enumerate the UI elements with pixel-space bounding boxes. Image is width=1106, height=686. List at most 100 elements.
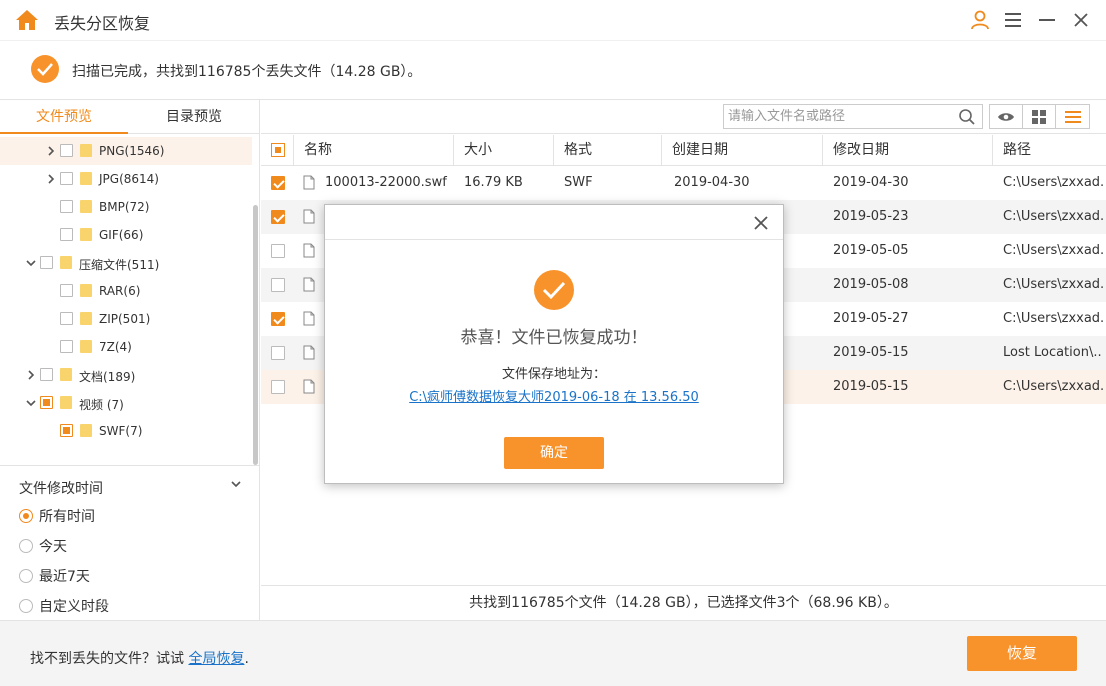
- chevron-right-icon[interactable]: [46, 174, 56, 184]
- tree-item-label: 7Z(4): [99, 340, 132, 354]
- tree-checkbox[interactable]: [40, 256, 53, 269]
- cell-name: 100013-22000.swf: [325, 175, 447, 190]
- column-name[interactable]: 名称: [294, 135, 454, 166]
- save-location-link[interactable]: C:\疯师傅数据恢复大师2019-06-18 在 13.56.50: [325, 386, 783, 405]
- search-icon[interactable]: [958, 108, 976, 126]
- preview-view-button[interactable]: [990, 105, 1023, 128]
- user-button[interactable]: [968, 8, 992, 32]
- tree-checkbox[interactable]: [40, 368, 53, 381]
- tree-item-label: ZIP(501): [99, 312, 151, 326]
- chevron-right-icon[interactable]: [26, 370, 36, 380]
- tree-checkbox[interactable]: [40, 396, 53, 409]
- cell-modified: 2019-05-27: [833, 311, 909, 326]
- row-checkbox[interactable]: [271, 176, 285, 190]
- file-icon: [303, 277, 315, 292]
- tree-checkbox[interactable]: [60, 200, 73, 213]
- radio-label: 自定义时段: [39, 599, 109, 615]
- recovery-success-dialog: 恭喜！文件已恢复成功！ 文件保存地址为： C:\疯师傅数据恢复大师2019-06…: [324, 204, 784, 484]
- tree-item-label: GIF(66): [99, 228, 144, 242]
- menu-button[interactable]: [1001, 8, 1025, 32]
- tree-item[interactable]: 压缩文件(511): [0, 249, 252, 277]
- tree-checkbox[interactable]: [60, 228, 73, 241]
- tree-checkbox[interactable]: [60, 424, 73, 437]
- chevron-down-icon[interactable]: [231, 478, 241, 492]
- radio-button[interactable]: [19, 509, 33, 523]
- radio-all-time[interactable]: 所有时间: [19, 506, 95, 526]
- menu-icon: [1005, 13, 1021, 27]
- column-format[interactable]: 格式: [554, 135, 662, 166]
- cell-path: C:\Users\zxxad...: [1003, 243, 1103, 258]
- radio-custom-period[interactable]: 自定义时段: [19, 596, 109, 616]
- column-modified[interactable]: 修改日期: [823, 135, 993, 166]
- row-checkbox[interactable]: [271, 278, 285, 292]
- list-icon: [1064, 110, 1081, 123]
- file-icon: [303, 311, 315, 326]
- tree-item[interactable]: SWF(7): [0, 417, 252, 445]
- left-tabs: 文件预览 目录预览: [0, 100, 259, 134]
- cell-path: C:\Users\zxxad...: [1003, 379, 1103, 394]
- tree-item[interactable]: ZIP(501): [0, 305, 252, 333]
- tree-item[interactable]: 视频 (7): [0, 389, 252, 417]
- close-button[interactable]: [1069, 8, 1093, 32]
- radio-button[interactable]: [19, 539, 33, 553]
- close-icon[interactable]: [751, 213, 771, 233]
- row-checkbox[interactable]: [271, 380, 285, 394]
- cell-modified: 2019-05-23: [833, 209, 909, 224]
- scan-result-text: 扫描已完成，共找到116785个丢失文件（14.28 GB）。: [72, 64, 422, 80]
- tree-item[interactable]: RAR(6): [0, 277, 252, 305]
- list-view-button[interactable]: [1056, 105, 1089, 128]
- folder-icon: [60, 256, 72, 269]
- file-icon: [303, 379, 315, 394]
- recover-button[interactable]: 恢复: [967, 636, 1077, 671]
- radio-button[interactable]: [19, 599, 33, 613]
- radio-button[interactable]: [19, 569, 33, 583]
- tree-checkbox[interactable]: [60, 312, 73, 325]
- folder-icon: [80, 312, 92, 325]
- status-bar: 共找到116785个文件（14.28 GB），已选择文件3个（68.96 KB）…: [261, 585, 1106, 620]
- tree-checkbox[interactable]: [60, 340, 73, 353]
- tree-item[interactable]: JPG(8614): [0, 165, 252, 193]
- tab-directory-preview[interactable]: 目录预览: [130, 100, 258, 134]
- ok-button[interactable]: 确定: [504, 437, 604, 469]
- row-checkbox[interactable]: [271, 210, 285, 224]
- tree-item[interactable]: 文档(189): [0, 361, 252, 389]
- select-all-checkbox[interactable]: [271, 143, 285, 157]
- dialog-title: 恭喜！文件已恢复成功！: [460, 328, 648, 348]
- tree-scrollbar[interactable]: [253, 205, 258, 465]
- tree-checkbox[interactable]: [60, 144, 73, 157]
- dialog-header: [325, 205, 783, 240]
- radio-today[interactable]: 今天: [19, 536, 67, 556]
- hint-text: 找不到丢失的文件？试试: [30, 651, 189, 667]
- title-bar: 丢失分区恢复: [0, 0, 1106, 40]
- tree-item[interactable]: GIF(66): [0, 221, 252, 249]
- cell-modified: 2019-05-15: [833, 345, 909, 360]
- column-path[interactable]: 路径: [993, 135, 1106, 166]
- row-checkbox[interactable]: [271, 312, 285, 326]
- chevron-right-icon[interactable]: [46, 146, 56, 156]
- global-recover-link[interactable]: 全局恢复: [188, 651, 244, 667]
- home-icon[interactable]: [14, 8, 40, 32]
- tree-item[interactable]: BMP(72): [0, 193, 252, 221]
- minimize-button[interactable]: [1035, 8, 1059, 32]
- column-created[interactable]: 创建日期: [662, 135, 823, 166]
- row-checkbox[interactable]: [271, 244, 285, 258]
- file-icon: [303, 345, 315, 360]
- check-circle-icon: [534, 270, 574, 310]
- radio-last-7-days[interactable]: 最近7天: [19, 566, 90, 586]
- grid-view-button[interactable]: [1023, 105, 1056, 128]
- row-checkbox[interactable]: [271, 346, 285, 360]
- search-input[interactable]: [724, 105, 949, 128]
- chevron-down-icon[interactable]: [26, 258, 36, 268]
- view-mode-group: [989, 104, 1090, 129]
- tree-item-label: 文档(189): [79, 370, 136, 384]
- tree-item[interactable]: PNG(1546): [0, 137, 252, 165]
- select-all-cell: [261, 135, 294, 166]
- column-size[interactable]: 大小: [454, 135, 554, 166]
- folder-icon: [80, 424, 92, 437]
- tree-checkbox[interactable]: [60, 284, 73, 297]
- chevron-down-icon[interactable]: [26, 398, 36, 408]
- tree-checkbox[interactable]: [60, 172, 73, 185]
- tab-file-preview[interactable]: 文件预览: [0, 100, 128, 134]
- table-row[interactable]: 100013-22000.swf 16.79 KB SWF 2019-04-30 201…: [261, 166, 1106, 200]
- tree-item[interactable]: 7Z(4): [0, 333, 252, 361]
